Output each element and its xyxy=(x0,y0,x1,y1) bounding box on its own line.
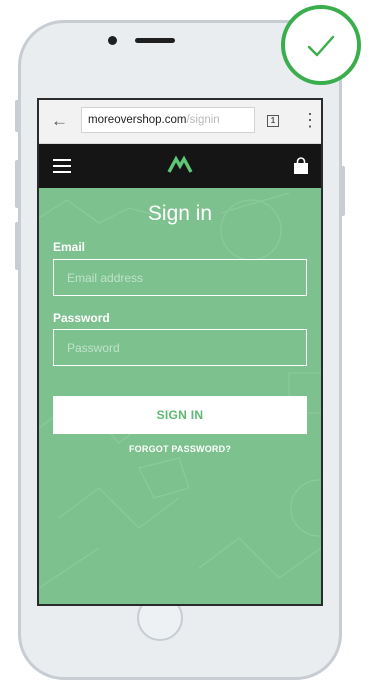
sign-in-button[interactable]: SIGN IN xyxy=(53,396,307,434)
phone-screen: ← moreovershop.com/signin 1 ⋮ Sign in Em… xyxy=(37,98,323,606)
power-button xyxy=(341,166,345,216)
front-camera xyxy=(108,36,117,45)
url-field[interactable]: moreovershop.com/signin xyxy=(81,107,255,133)
forgot-password-link[interactable]: FORGOT PASSWORD? xyxy=(39,444,321,454)
vertical-dots-icon[interactable]: ⋮ xyxy=(301,110,319,130)
tab-count-icon[interactable]: 1 xyxy=(267,115,279,127)
site-navbar xyxy=(39,144,321,188)
m-logo-icon[interactable] xyxy=(167,155,193,175)
hamburger-icon[interactable] xyxy=(53,159,71,173)
volume-down-button xyxy=(15,222,19,270)
url-path: /signin xyxy=(186,114,220,126)
arrow-left-icon[interactable]: ← xyxy=(51,111,68,131)
email-field[interactable] xyxy=(53,259,307,296)
page-title: Sign in xyxy=(147,202,213,225)
email-label: Email xyxy=(53,240,86,254)
volume-up-button xyxy=(15,160,19,208)
password-field[interactable] xyxy=(53,329,307,366)
shopping-bag-icon[interactable] xyxy=(292,157,310,175)
password-label: Password xyxy=(53,311,110,325)
earpiece-speaker xyxy=(135,38,175,43)
signin-section: Sign in Email Password SIGN IN FORGOT PA… xyxy=(39,188,321,604)
browser-address-bar: ← moreovershop.com/signin 1 ⋮ xyxy=(39,100,321,144)
checkmark-badge xyxy=(281,5,361,85)
url-domain: moreovershop.com xyxy=(88,114,187,126)
mute-switch xyxy=(15,100,19,132)
